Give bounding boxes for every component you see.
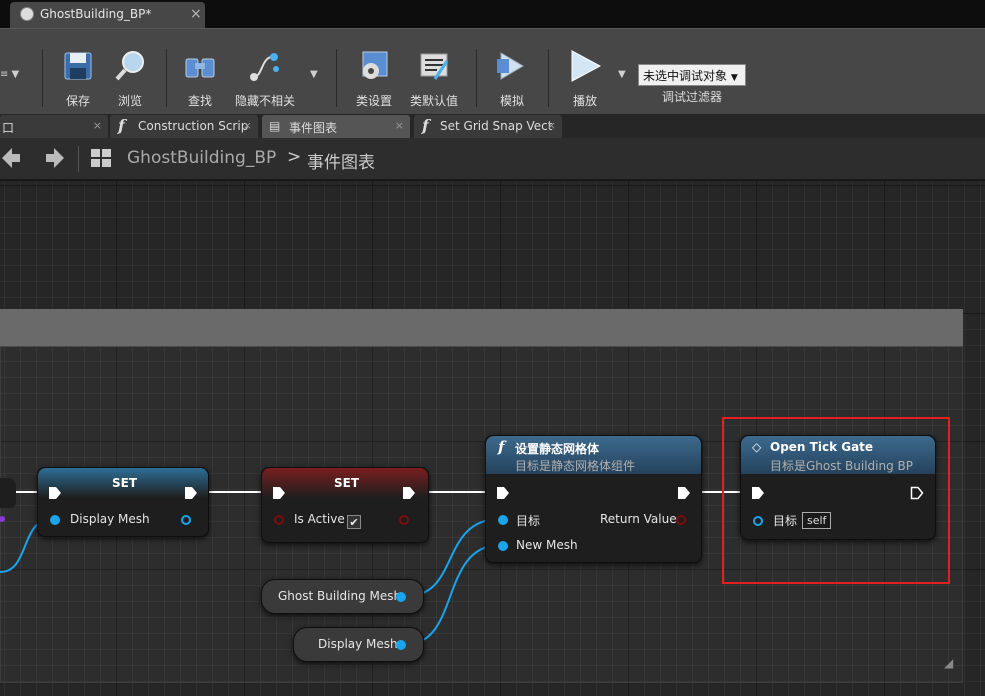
event-graph-icon: ▤ <box>269 119 281 133</box>
debug-object-select[interactable]: 未选中调试对象 ▼ <box>638 64 746 86</box>
document-tab-bar: GhostBuilding_BP* × <box>0 0 985 28</box>
close-tab-icon[interactable]: × <box>547 119 556 132</box>
toolbar-separator <box>166 49 167 107</box>
blueprint-icon <box>20 7 34 21</box>
resize-grip-icon[interactable]: ◢ <box>944 656 960 672</box>
exec-in-pin[interactable] <box>496 486 510 500</box>
breadcrumb: GhostBuilding_BP > 事件图表 <box>0 138 985 180</box>
class-defaults-icon <box>420 53 449 80</box>
tab-set-grid-snap[interactable]: f Set Grid Snap Vect × <box>414 115 562 138</box>
debug-filter-label: 调试过滤器 <box>661 90 722 104</box>
close-tab-icon[interactable]: × <box>93 119 102 132</box>
toolbar-separator <box>548 49 549 107</box>
toolbar-separator <box>42 49 43 107</box>
exec-in-pin[interactable] <box>272 486 286 500</box>
display-mesh-getter[interactable]: Display Mesh <box>293 627 424 662</box>
pin-label: Display Mesh <box>70 512 150 526</box>
class-defaults-button[interactable]: 类默认值 <box>406 29 462 115</box>
pin-label: Return Value <box>600 512 677 526</box>
node-title: SET <box>112 476 138 490</box>
ghost-building-mesh-getter[interactable]: Ghost Building Mesh <box>261 579 424 614</box>
back-arrow-icon[interactable] <box>0 146 24 170</box>
toolbar-separator <box>336 49 337 107</box>
find-icon <box>185 58 215 78</box>
function-icon: f <box>498 438 505 456</box>
debug-object-value: 未选中调试对象 <box>643 69 728 83</box>
close-tab-icon[interactable]: × <box>190 6 202 22</box>
tab-viewport[interactable]: 口 × <box>0 115 108 138</box>
graph-tab-bar: 口 × f Construction Scrip × ▤ 事件图表 × f Se… <box>0 114 985 138</box>
chevron-down-icon[interactable]: ≡ ▼ <box>0 69 19 80</box>
is-active-out-pin[interactable] <box>399 515 409 525</box>
node-title: SET <box>334 476 360 490</box>
function-icon: f <box>118 116 125 135</box>
forward-arrow-icon[interactable] <box>42 146 66 170</box>
simulate-button[interactable]: 模拟 <box>490 29 534 115</box>
hide-unrelated-icon <box>250 53 279 81</box>
breadcrumb-graph[interactable]: 事件图表 <box>307 148 375 173</box>
document-tab-title: GhostBuilding_BP* <box>40 7 152 21</box>
exec-out-pin[interactable] <box>677 486 691 500</box>
chevron-down-icon[interactable]: ▼ <box>618 69 626 80</box>
toolbar: ≡ ▼ 保存 浏览 查找 隐藏不相关 ▼ 类设置 类默认值 模拟 播放 ▼ <box>0 28 985 114</box>
close-tab-icon[interactable]: × <box>395 119 404 132</box>
display-mesh-out-pin[interactable] <box>396 640 406 650</box>
target-in-pin[interactable] <box>498 515 508 525</box>
node-title: 设置静态网格体 <box>515 442 600 456</box>
simulate-icon <box>497 52 524 80</box>
is-active-checkbox[interactable]: ✔ <box>347 515 361 529</box>
tab-construction-script[interactable]: f Construction Scrip × <box>110 115 258 138</box>
new-mesh-in-pin[interactable] <box>498 541 508 551</box>
exec-in-pin[interactable] <box>48 486 62 500</box>
pin-label: 目标 <box>516 514 541 528</box>
var-label: Display Mesh <box>318 637 398 651</box>
play-icon <box>571 50 602 82</box>
breadcrumb-separator: > <box>287 147 302 167</box>
document-tab-ghostbuilding[interactable]: GhostBuilding_BP* × <box>10 2 205 28</box>
exec-out-pin[interactable] <box>402 486 416 500</box>
browse-button[interactable]: 浏览 <box>108 29 152 115</box>
breadcrumb-blueprint[interactable]: GhostBuilding_BP <box>127 148 276 168</box>
set-display-mesh-node[interactable]: SET Display Mesh <box>37 467 209 537</box>
save-icon <box>64 52 92 80</box>
var-label: Ghost Building Mesh <box>278 589 402 603</box>
highlight-box <box>722 417 950 584</box>
play-button[interactable]: 播放 <box>562 29 608 115</box>
toolbar-separator <box>476 49 477 107</box>
display-mesh-out-pin[interactable] <box>181 515 191 525</box>
function-icon: f <box>422 116 429 135</box>
close-tab-icon[interactable]: × <box>243 119 252 132</box>
set-is-active-node[interactable]: SET Is Active ✔ <box>261 467 429 543</box>
event-graph-icon <box>91 149 111 167</box>
set-static-mesh-node[interactable]: f 设置静态网格体 目标是静态网格体组件 目标 Return Value New… <box>485 435 702 563</box>
chevron-down-icon: ▼ <box>730 73 738 83</box>
hide-unrelated-button[interactable]: 隐藏不相关 <box>230 29 300 115</box>
breadcrumb-divider <box>78 146 79 172</box>
browse-icon <box>115 51 144 81</box>
save-button[interactable]: 保存 <box>56 29 100 115</box>
return-value-pin[interactable] <box>676 515 686 525</box>
chevron-down-icon[interactable]: ▼ <box>310 69 318 80</box>
display-mesh-in-pin[interactable] <box>50 515 60 525</box>
pin-label: New Mesh <box>516 538 578 552</box>
class-settings-button[interactable]: 类设置 <box>350 29 398 115</box>
pin-label: Is Active <box>294 512 345 526</box>
exec-out-pin[interactable] <box>184 486 198 500</box>
class-settings-icon <box>362 51 388 79</box>
find-button[interactable]: 查找 <box>178 29 222 115</box>
node-subtitle: 目标是静态网格体组件 <box>515 459 636 473</box>
comment-header[interactable] <box>0 309 963 347</box>
ghost-building-mesh-out-pin[interactable] <box>396 592 406 602</box>
is-active-in-pin[interactable] <box>274 515 284 525</box>
tab-event-graph[interactable]: ▤ 事件图表 × <box>262 115 410 138</box>
